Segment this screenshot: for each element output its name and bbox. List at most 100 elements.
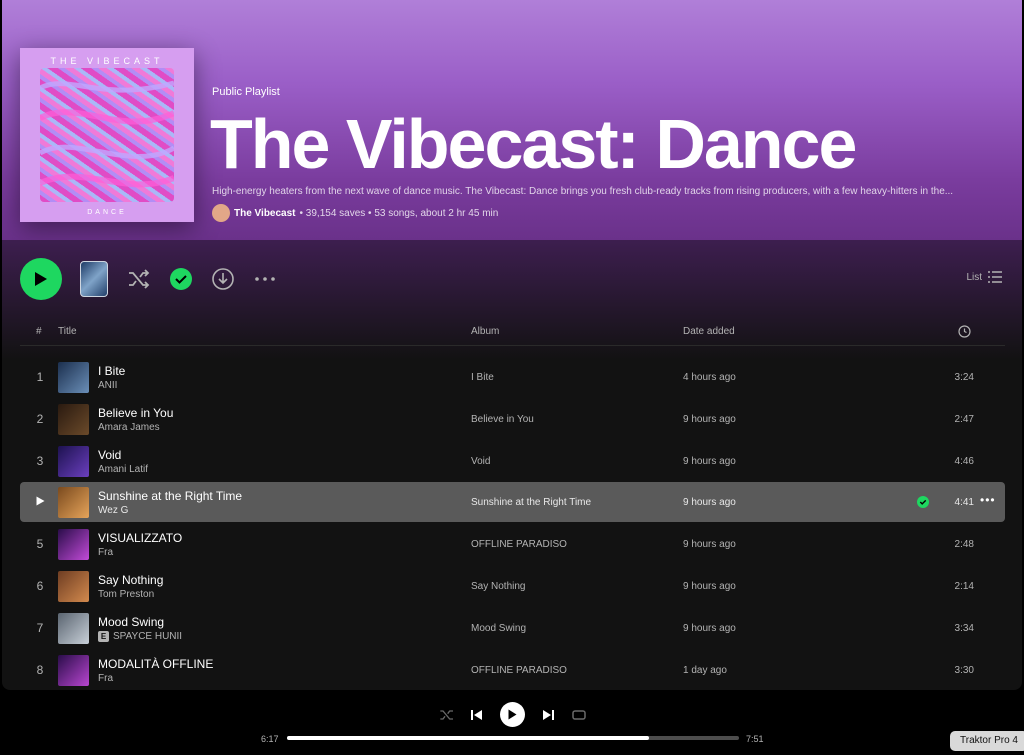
play-icon <box>508 709 517 720</box>
track-album[interactable]: Mood Swing <box>471 623 526 634</box>
track-album[interactable]: Say Nothing <box>471 581 525 592</box>
artist-name[interactable]: Fra <box>98 673 113 684</box>
track-album[interactable]: Believe in You <box>471 414 534 425</box>
track-row[interactable]: 1 I Bite ANII I Bite 4 hours ago 3:24 <box>20 357 1005 397</box>
track-row[interactable]: 2 Believe in You Amara James Believe in You… <box>20 399 1005 439</box>
view-mode-label: List <box>966 271 982 283</box>
track-number: 8 <box>36 662 44 677</box>
saved-button[interactable] <box>169 267 193 291</box>
track-artist[interactable]: Tom Preston <box>98 589 154 600</box>
track-date-added: 9 hours ago <box>683 622 736 634</box>
track-title[interactable]: Believe in You <box>98 406 173 420</box>
tooltip: Traktor Pro 4 <box>950 731 1024 751</box>
playlist-cover[interactable]: THE VIBECAST DANCE <box>20 48 194 222</box>
total-time: 7:51 <box>746 734 764 744</box>
track-date-added: 9 hours ago <box>683 539 736 551</box>
track-artist[interactable]: E SPAYCE HUNII <box>98 630 182 642</box>
artist-name[interactable]: Amani Latif <box>98 464 148 475</box>
track-duration: 4:46 <box>954 455 974 467</box>
track-artwork-button[interactable] <box>80 261 108 297</box>
header-number: # <box>36 326 42 337</box>
artist-name[interactable]: Tom Preston <box>98 589 154 600</box>
download-button[interactable] <box>211 267 235 291</box>
player-play-button[interactable] <box>500 702 525 727</box>
track-title[interactable]: Say Nothing <box>98 573 163 587</box>
track-number: 2 <box>36 411 44 426</box>
clock-icon <box>958 325 971 338</box>
track-artist[interactable]: Fra <box>98 547 113 558</box>
track-title[interactable]: MODALITÀ OFFLINE <box>98 657 213 671</box>
track-title[interactable]: Sunshine at the Right Time <box>98 489 242 503</box>
more-icon <box>255 277 275 281</box>
track-album[interactable]: OFFLINE PARADISO <box>471 539 567 550</box>
track-title[interactable]: VISUALIZZATO <box>98 531 182 545</box>
track-row[interactable]: 5 VISUALIZZATO Fra OFFLINE PARADISO 9 hours … <box>20 524 1005 564</box>
view-mode-button[interactable]: List <box>966 271 1002 283</box>
row-play-icon[interactable] <box>26 495 54 509</box>
artist-name[interactable]: Wez G <box>98 505 128 516</box>
track-title[interactable]: Void <box>98 448 121 462</box>
repeat-icon <box>572 710 586 720</box>
previous-button[interactable] <box>468 706 486 724</box>
track-title[interactable]: Mood Swing <box>98 615 164 629</box>
track-album[interactable]: Sunshine at the Right Time <box>471 497 591 508</box>
header-title[interactable]: Title <box>58 326 77 337</box>
track-date-added: 1 day ago <box>683 664 727 676</box>
progress-fill <box>287 736 649 740</box>
artist-name[interactable]: Fra <box>98 547 113 558</box>
artist-name[interactable]: ANII <box>98 380 117 391</box>
skip-back-icon <box>471 710 482 720</box>
track-row[interactable]: Sunshine at the Right Time Wez G Sunshine … <box>20 482 1005 523</box>
track-album[interactable]: I Bite <box>471 372 494 383</box>
track-number: 1 <box>36 370 44 384</box>
download-icon <box>212 268 234 290</box>
playlist-view: THE VIBECAST DANCE Public Playlist The V… <box>2 0 1022 690</box>
saved-icon[interactable] <box>917 495 929 513</box>
track-number: 5 <box>36 537 44 552</box>
track-thumbnail <box>58 571 89 602</box>
track-thumbnail <box>58 445 89 477</box>
track-album[interactable]: Void <box>471 456 490 467</box>
track-duration: 3:34 <box>954 622 974 634</box>
track-artist[interactable]: Fra <box>98 673 113 684</box>
track-row[interactable]: 8 MODALITÀ OFFLINE Fra OFFLINE PARADISO 1 da… <box>20 650 1005 690</box>
repeat-button[interactable] <box>570 706 588 724</box>
player-shuffle-button[interactable] <box>438 706 456 724</box>
play-button[interactable] <box>20 258 62 300</box>
progress-bar[interactable] <box>287 736 739 740</box>
track-number: 6 <box>36 579 44 593</box>
track-artist[interactable]: Amara James <box>98 422 160 433</box>
track-thumbnail <box>58 487 89 519</box>
track-album[interactable]: OFFLINE PARADISO <box>471 665 567 676</box>
artist-name[interactable]: Amara James <box>98 422 160 433</box>
more-options-button[interactable] <box>252 267 278 291</box>
shuffle-button[interactable] <box>126 267 152 291</box>
track-duration: 3:24 <box>954 372 974 383</box>
track-title[interactable]: I Bite <box>98 364 125 378</box>
track-thumbnail <box>58 403 89 435</box>
header-album[interactable]: Album <box>471 326 499 337</box>
playlist-type: Public Playlist <box>212 86 280 98</box>
track-thumbnail <box>58 529 89 561</box>
owner-avatar[interactable] <box>212 204 230 222</box>
artist-name[interactable]: SPAYCE HUNII <box>113 631 182 642</box>
play-icon <box>35 272 47 286</box>
track-artist[interactable]: ANII <box>98 380 117 391</box>
track-row[interactable]: 7 Mood Swing E SPAYCE HUNII Mood Swing 9 hour… <box>20 608 1005 648</box>
track-more-button[interactable]: ••• <box>980 493 996 507</box>
elapsed-time: 6:17 <box>261 734 279 744</box>
track-number: 7 <box>36 620 44 635</box>
header-duration[interactable] <box>958 325 971 341</box>
track-row[interactable]: 6 Say Nothing Tom Preston Say Nothing 9 hour… <box>20 566 1005 606</box>
track-artist[interactable]: Amani Latif <box>98 464 148 475</box>
track-artist[interactable]: Wez G <box>98 505 128 516</box>
track-row[interactable]: 3 Void Amani Latif Void 9 hours ago 4:46 <box>20 441 1005 481</box>
next-button[interactable] <box>539 706 557 724</box>
track-table-header: # Title Album Date added <box>20 322 1005 346</box>
shuffle-icon <box>129 269 150 289</box>
header-date-added[interactable]: Date added <box>683 326 735 337</box>
track-date-added: 9 hours ago <box>683 497 736 509</box>
skip-forward-icon <box>543 710 554 720</box>
owner-link[interactable]: The Vibecast <box>234 208 296 219</box>
check-circle-icon <box>170 268 192 290</box>
